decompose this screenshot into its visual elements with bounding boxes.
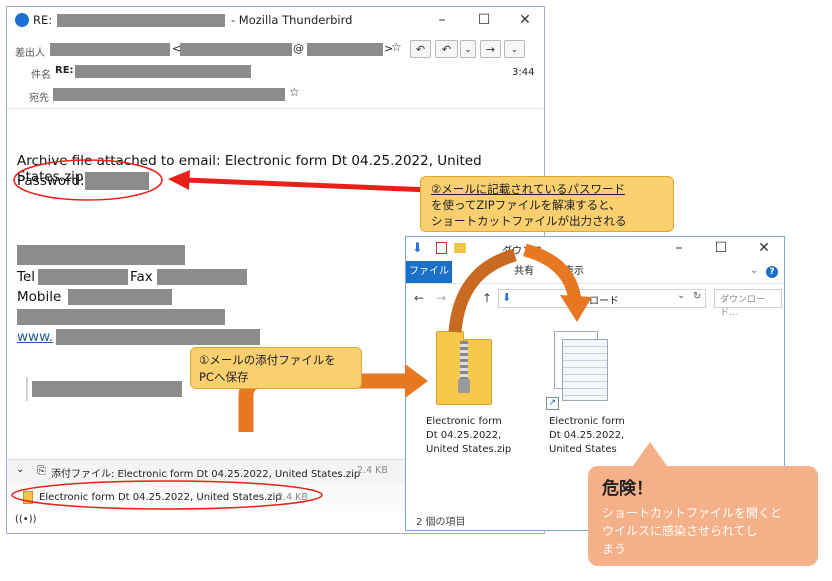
- folder-icon-small: [454, 243, 466, 253]
- signature-fax-label: Fax: [130, 269, 153, 285]
- from-label: 差出人: [15, 48, 45, 59]
- chevron-down-icon[interactable]: ⌄: [16, 464, 24, 475]
- redacted-mobile: [68, 289, 172, 305]
- signature-website-link[interactable]: www.: [17, 329, 53, 345]
- thunderbird-titlebar: RE: - Mozilla Thunderbird – ☐ ✕: [7, 7, 544, 33]
- window-title-prefix: RE:: [33, 13, 53, 27]
- redacted-address: [17, 309, 225, 325]
- tab-file[interactable]: ファイル: [406, 261, 452, 283]
- signature-mobile-label: Mobile: [17, 289, 62, 305]
- status-bar-text: 2 個の項目: [416, 517, 466, 528]
- ribbon-expand-icon[interactable]: ⌄: [750, 265, 758, 276]
- address-bar-row: ← → ↑ ⬇ ウンロード ⌄ ↻ ダウンロード...: [406, 285, 784, 318]
- zip-folder-icon[interactable]: [436, 331, 496, 409]
- tab-home[interactable]: ム: [476, 261, 486, 283]
- tab-share[interactable]: 共有: [514, 261, 534, 283]
- forward-arrow-icon[interactable]: →: [436, 291, 446, 305]
- window-title-suffix: - Mozilla Thunderbird: [231, 13, 353, 27]
- redacted-tel: [38, 269, 128, 285]
- zip-file-label-line2: Dt 04.25.2022,: [426, 430, 502, 441]
- quote-bar: [26, 377, 28, 401]
- shortcut-file-label-line2: Dt 04.25.2022,: [549, 430, 625, 441]
- redacted-sender-name: [50, 43, 170, 56]
- ribbon-tabs: ファイル ム 共有 表示 ⌄ ?: [406, 261, 784, 284]
- search-box[interactable]: ダウンロード...: [714, 289, 782, 318]
- redacted-password: [85, 172, 149, 190]
- attachment-bar-size: 2.4 KB: [357, 465, 388, 476]
- explorer-maximize-button[interactable]: ☐: [706, 238, 736, 258]
- recipient-star-icon[interactable]: ☆: [289, 85, 300, 99]
- danger-title: 危険！: [602, 479, 653, 499]
- back-arrow-icon[interactable]: ←: [414, 291, 424, 305]
- subject-prefix: RE:: [55, 65, 74, 76]
- redacted-recipient: [53, 88, 285, 101]
- up-arrow-icon[interactable]: ↑: [482, 291, 492, 305]
- thunderbird-logo-icon: [15, 13, 29, 27]
- explorer-title: ダウンロ: [502, 246, 542, 257]
- close-button[interactable]: ✕: [510, 10, 540, 30]
- redacted-subject-title: [57, 14, 225, 27]
- redacted-sender-local: [180, 43, 292, 56]
- star-icon[interactable]: ☆: [391, 40, 402, 54]
- more-button[interactable]: ⌄: [504, 40, 525, 58]
- attachment-file-name[interactable]: Electronic form Dt 04.25.2022, United St…: [39, 492, 282, 503]
- to-label: 宛先: [29, 93, 49, 104]
- danger-callout: 危険！ ショートカットファイルを開くと ウイルスに感染させられてし まう: [588, 466, 818, 566]
- reply-menu-button[interactable]: ⌄: [460, 40, 476, 58]
- redacted-sender-domain: [307, 43, 383, 56]
- step2-line3: ショートカットファイルが出力される: [431, 214, 627, 228]
- redacted-signature-name: [17, 245, 185, 265]
- danger-line2: ウイルスに感染させられてし: [602, 524, 758, 538]
- address-bar[interactable]: ⬇ ウンロード ⌄ ↻: [498, 289, 706, 308]
- message-time: 3:44: [512, 67, 535, 78]
- reply-all-button[interactable]: ↶: [435, 40, 458, 58]
- refresh-icon[interactable]: ↻: [693, 291, 701, 302]
- attachment-file-size: 2.4 KB: [277, 492, 308, 503]
- search-placeholder: ダウンロード...: [720, 295, 766, 318]
- redacted-fax: [157, 269, 247, 285]
- explorer-close-button[interactable]: ✕: [749, 238, 779, 258]
- body-password-label: Password:: [17, 173, 85, 189]
- shortcut-file-icon[interactable]: ↗: [546, 331, 616, 411]
- maximize-button[interactable]: ☐: [469, 10, 499, 30]
- path-text: ウンロード: [569, 296, 619, 307]
- paperclip-icon: ⎘: [37, 464, 46, 477]
- forward-button[interactable]: →: [480, 40, 501, 58]
- step1-callout: ①メールの添付ファイルを PCへ保存: [190, 347, 362, 389]
- signature-tel-label: Tel: [17, 269, 36, 285]
- shortcut-arrow-icon: ↗: [546, 397, 559, 410]
- redacted-website: [56, 329, 260, 345]
- properties-icon: [436, 242, 447, 254]
- danger-line1: ショートカットファイルを開くと: [602, 506, 783, 520]
- path-download-icon: ⬇: [502, 291, 512, 304]
- download-arrow-icon: ⬇: [412, 241, 423, 256]
- shortcut-file-label-line1: Electronic form: [549, 416, 625, 427]
- step2-callout: ②メールに記載されているパスワード を使ってZIPファイルを解凍すると、 ショー…: [420, 176, 674, 232]
- reply-button[interactable]: ↶: [410, 40, 431, 58]
- explorer-minimize-button[interactable]: –: [664, 238, 694, 258]
- shortcut-file-label-line3: United States: [549, 444, 617, 455]
- zip-file-icon: [23, 491, 33, 504]
- step2-line2: を使ってZIPファイルを解凍すると、: [431, 198, 621, 212]
- danger-line3: まう: [602, 542, 627, 556]
- help-icon[interactable]: ?: [766, 266, 778, 278]
- path-dropdown-icon[interactable]: ⌄: [677, 290, 685, 301]
- minimize-button[interactable]: –: [427, 10, 457, 30]
- step2-line1: ②メールに記載されているパスワード: [431, 182, 625, 196]
- redacted-subject: [75, 65, 251, 78]
- tab-view[interactable]: 表示: [564, 261, 584, 283]
- zip-file-label-line3: United States.zip: [426, 444, 512, 455]
- message-header: 差出人 < @ > ☆ ↶ ↶ ⌄ → ⌄ 件名 RE: 3:44 宛先 ☆: [7, 34, 544, 109]
- subject-label: 件名: [31, 70, 51, 81]
- connection-status-icon: ((•)): [15, 514, 37, 525]
- attachment-bar-label: 添付ファイル: Electronic form Dt 04.25.2022, U…: [51, 469, 361, 480]
- zip-file-label-line1: Electronic form: [426, 416, 502, 427]
- redacted-quoted-text: [32, 381, 182, 397]
- step1-line2: PCへ保存: [199, 370, 249, 384]
- step1-line1: ①メールの添付ファイルを: [199, 353, 336, 367]
